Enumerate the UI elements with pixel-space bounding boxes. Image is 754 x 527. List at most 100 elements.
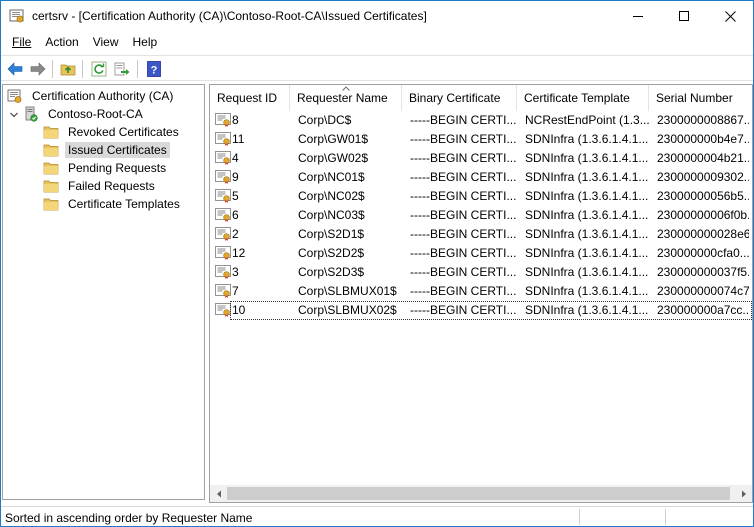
cell-requester: Corp\GW01$ [298, 132, 369, 146]
cell-requester: Corp\S2D1$ [298, 227, 365, 241]
table-row[interactable]: 12 Corp\S2D2$ -----BEGIN CERTI... SDNInfra … [210, 244, 752, 263]
tree-label: Failed Requests [68, 179, 155, 193]
tree-item-pending-requests[interactable]: Pending Requests [43, 159, 169, 177]
column-header-serial-number[interactable]: Serial Number [649, 85, 752, 111]
cell-id: 8 [232, 113, 239, 127]
tree-item-certificate-templates[interactable]: Certificate Templates [43, 195, 183, 213]
ca-server-icon [23, 106, 39, 122]
column-header-label: Binary Certificate [409, 91, 501, 105]
column-header-request-id[interactable]: Request ID [210, 85, 290, 111]
horizontal-scrollbar[interactable] [210, 485, 752, 502]
column-header-label: Request ID [217, 91, 278, 105]
cell-binary: -----BEGIN CERTI... [410, 265, 517, 279]
cell-template: SDNInfra (1.3.6.1.4.1... [525, 265, 649, 279]
certificate-icon [215, 208, 231, 222]
scroll-right-icon[interactable] [735, 485, 752, 502]
cell-serial: 2300000008867... [657, 113, 749, 127]
table-row[interactable]: 2 Corp\S2D1$ -----BEGIN CERTI... SDNInfra (… [210, 225, 752, 244]
forward-button[interactable] [28, 59, 48, 79]
cell-id: 9 [232, 170, 239, 184]
toolbar-separator [82, 60, 83, 78]
menu-help-label: Help [132, 35, 158, 49]
minimize-icon [633, 16, 643, 17]
scrollbar-thumb[interactable] [227, 487, 730, 500]
scroll-left-icon[interactable] [210, 485, 227, 502]
cell-id: 7 [232, 284, 239, 298]
refresh-button[interactable] [89, 59, 109, 79]
tree-item-issued-certificates[interactable]: Issued Certificates [43, 141, 170, 159]
toolbar-separator [137, 60, 138, 78]
table-row[interactable]: 5 Corp\NC02$ -----BEGIN CERTI... SDNInfra (… [210, 187, 752, 206]
certsrv-app-icon[interactable] [9, 8, 25, 24]
certificate-icon [215, 246, 231, 260]
folder-icon [43, 124, 59, 140]
certificate-icon [215, 113, 231, 127]
window-title: certsrv - [Certification Authority (CA)\… [32, 9, 427, 23]
table-row[interactable]: 9 Corp\NC01$ -----BEGIN CERTI... SDNInfra (… [210, 168, 752, 187]
table-row[interactable]: 10 Corp\SLBMUX02$ -----BEGIN CERTI... SDNIn… [210, 301, 752, 320]
cell-requester: Corp\NC01$ [298, 170, 365, 184]
cell-template: SDNInfra (1.3.6.1.4.1... [525, 303, 649, 317]
certificate-icon [215, 170, 231, 184]
column-header-certificate-template[interactable]: Certificate Template [517, 85, 649, 111]
status-divider [665, 509, 666, 525]
cell-serial: 2300000009302... [657, 170, 749, 184]
tree-item-failed-requests[interactable]: Failed Requests [43, 177, 158, 195]
cell-serial: 230000000b4e7... [657, 132, 749, 146]
cell-id: 12 [232, 246, 246, 260]
details-list-pane[interactable]: Request ID Requester Name Binary Certifi… [209, 84, 753, 503]
help-button[interactable]: ? [144, 59, 164, 79]
cell-binary: -----BEGIN CERTI... [410, 132, 517, 146]
cell-id: 2 [232, 227, 239, 241]
export-list-icon [114, 62, 130, 76]
up-one-level-button[interactable] [58, 59, 78, 79]
status-divider [579, 509, 580, 525]
chevron-down-icon[interactable] [9, 109, 19, 119]
folder-icon [43, 196, 59, 212]
menu-help[interactable]: Help [127, 33, 164, 53]
table-row[interactable]: 6 Corp\NC03$ -----BEGIN CERTI... SDNInfra (… [210, 206, 752, 225]
folder-icon [43, 160, 59, 176]
cell-template: SDNInfra (1.3.6.1.4.1... [525, 170, 649, 184]
cell-template: SDNInfra (1.3.6.1.4.1... [525, 151, 649, 165]
cell-id: 11 [232, 132, 245, 146]
cell-serial: 230000000028e6... [657, 227, 749, 241]
toolbar-separator [52, 60, 53, 78]
maximize-button[interactable] [661, 1, 707, 31]
back-button[interactable] [5, 59, 25, 79]
minimize-button[interactable] [615, 1, 661, 31]
tree-item-contoso-root-ca[interactable]: Contoso-Root-CA [9, 105, 146, 123]
cell-serial: 230000000cfa0... [657, 246, 749, 260]
console-tree-pane[interactable]: Certification Authority (CA) Contoso-Roo… [2, 84, 205, 500]
table-row[interactable]: 4 Corp\GW02$ -----BEGIN CERTI... SDNInfra (… [210, 149, 752, 168]
export-list-button[interactable] [112, 59, 132, 79]
menu-action[interactable]: Action [39, 33, 84, 53]
cell-id: 5 [232, 189, 239, 203]
tree-label: Revoked Certificates [68, 125, 179, 139]
title-bar[interactable]: certsrv - [Certification Authority (CA)\… [1, 1, 753, 31]
column-header-label: Certificate Template [524, 91, 630, 105]
cell-template: SDNInfra (1.3.6.1.4.1... [525, 227, 649, 241]
cell-template: SDNInfra (1.3.6.1.4.1... [525, 284, 649, 298]
tree-label: Pending Requests [68, 161, 167, 175]
tree-label: Issued Certificates [65, 142, 170, 158]
cell-binary: -----BEGIN CERTI... [410, 303, 517, 317]
menu-action-label: Action [45, 35, 79, 49]
up-folder-icon [60, 64, 76, 76]
tree-item-certification-authority[interactable]: Certification Authority (CA) [7, 87, 176, 105]
forward-arrow-icon [30, 62, 46, 76]
menu-file[interactable]: File [6, 33, 37, 53]
tree-label: Certificate Templates [68, 197, 180, 211]
table-row[interactable]: 8 Corp\DC$ -----BEGIN CERTI... NCRestEndPoi… [210, 111, 752, 130]
table-row[interactable]: 3 Corp\S2D3$ -----BEGIN CERTI... SDNInfra (… [210, 263, 752, 282]
table-row[interactable]: 11 Corp\GW01$ -----BEGIN CERTI... SDNInfra … [210, 130, 752, 149]
column-header-binary-certificate[interactable]: Binary Certificate [402, 85, 517, 111]
tree-item-revoked-certificates[interactable]: Revoked Certificates [43, 123, 182, 141]
certificate-icon [215, 132, 231, 146]
close-button[interactable] [707, 1, 753, 31]
table-row[interactable]: 7 Corp\SLBMUX01$ -----BEGIN CERTI... SDNInf… [210, 282, 752, 301]
cell-serial: 230000000a7cc... [657, 303, 749, 317]
cell-binary: -----BEGIN CERTI... [410, 246, 517, 260]
menu-view[interactable]: View [87, 33, 125, 53]
cell-requester: Corp\SLBMUX01$ [298, 284, 397, 298]
